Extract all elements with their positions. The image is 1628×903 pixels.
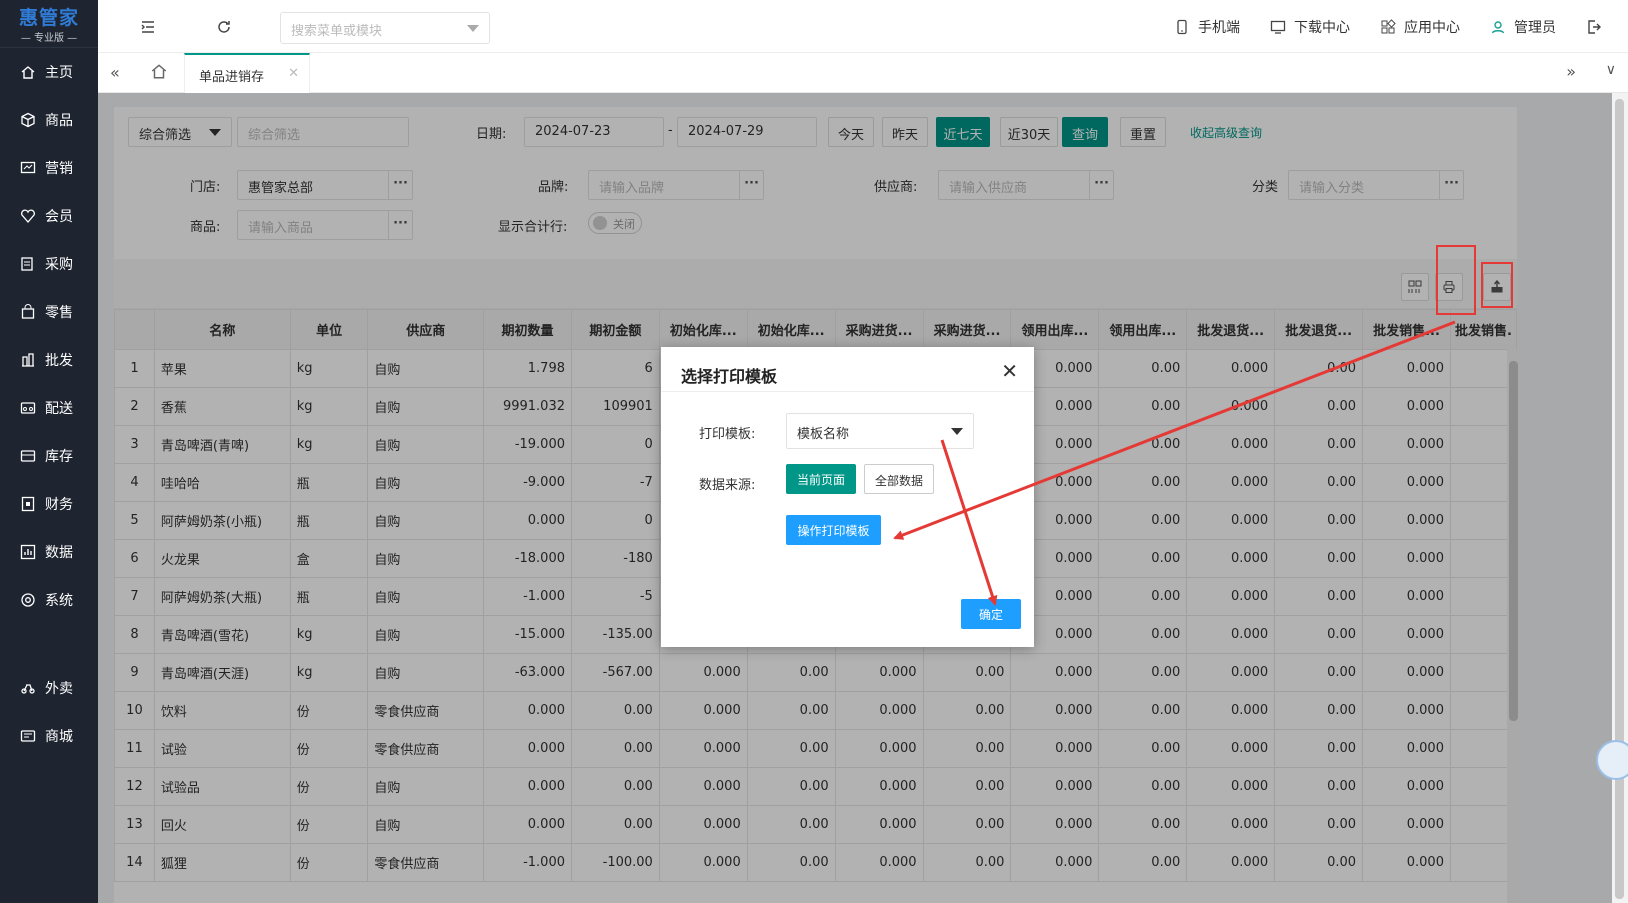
retail-icon — [20, 304, 36, 320]
data-source-label: 数据来源: — [699, 478, 756, 493]
sidebar-item-4[interactable]: 会员 — [0, 192, 98, 240]
sidebar-item-label: 财务 — [45, 497, 73, 513]
sidebar-item-label: 会员 — [45, 209, 73, 225]
purchase-icon — [20, 256, 36, 272]
marketing-icon — [20, 160, 36, 176]
menu-toggle-icon[interactable] — [138, 17, 158, 37]
brand-edition: — 专业版 — — [20, 33, 78, 44]
sidebar-item-14[interactable]: 商城 — [0, 712, 98, 760]
chevron-down-icon — [467, 25, 479, 32]
sidebar-item-8[interactable]: 配送 — [0, 384, 98, 432]
sidebar-item-label: 库存 — [45, 449, 73, 465]
brand-name: 惠管家 — [18, 7, 79, 29]
box-icon — [20, 112, 36, 128]
apps-grid-icon — [1381, 18, 1396, 33]
sidebar-nav: 主页商品营销会员采购零售批发配送库存财务数据系统外卖商城 — [0, 48, 98, 760]
sidebar-item-12[interactable]: 系统 — [0, 576, 98, 624]
mobile-link[interactable]: 手机端 — [1174, 17, 1240, 37]
print-template-dialog: 选择打印模板 ✕ 打印模板: 模板名称 数据来源: 当前页面 全部数据 操作打印… — [661, 347, 1034, 647]
user-icon — [1491, 20, 1505, 33]
sidebar-item-label: 主页 — [45, 65, 73, 81]
dialog-title: 选择打印模板 — [681, 367, 778, 386]
floating-assistant-icon[interactable] — [1596, 740, 1628, 780]
close-tab-icon[interactable]: ✕ — [288, 66, 299, 81]
sidebar-item-5[interactable]: 采购 — [0, 240, 98, 288]
print-highlight-box — [1436, 245, 1476, 315]
logout-icon[interactable] — [1586, 19, 1610, 35]
top-right-menu: 手机端 下载中心 应用中心 管理员 — [1144, 0, 1610, 53]
delivery-icon — [20, 400, 36, 416]
wholesale-icon — [20, 352, 36, 368]
sidebar-item-2[interactable]: 商品 — [0, 96, 98, 144]
tab-single-product-inventory[interactable]: 单品进销存 ✕ — [184, 53, 310, 93]
sidebar-item-label: 配送 — [45, 401, 73, 417]
operate-print-template-button[interactable]: 操作打印模板 — [786, 515, 881, 545]
sidebar-item-label: 数据 — [45, 545, 73, 561]
download-center-link[interactable]: 下载中心 — [1270, 17, 1350, 37]
sidebar-item-6[interactable]: 零售 — [0, 288, 98, 336]
sidebar-spacer — [0, 624, 98, 664]
sidebar-item-label: 系统 — [45, 593, 73, 609]
sidebar-item-11[interactable]: 数据 — [0, 528, 98, 576]
system-icon — [20, 592, 36, 608]
template-label: 打印模板: — [699, 427, 756, 442]
tab-scroll-left-icon[interactable]: « — [110, 63, 120, 82]
sidebar-item-label: 商城 — [45, 729, 73, 745]
tab-options-chevron-icon[interactable]: ∨ — [1606, 62, 1616, 78]
inventory-icon — [20, 448, 36, 464]
sidebar-item-9[interactable]: 库存 — [0, 432, 98, 480]
sidebar-item-label: 零售 — [45, 305, 73, 321]
home-icon — [20, 64, 36, 80]
chevron-down-icon — [951, 428, 963, 435]
all-data-button[interactable]: 全部数据 — [864, 464, 934, 494]
home-tab-icon[interactable] — [150, 62, 168, 84]
close-icon[interactable]: ✕ — [1001, 359, 1018, 383]
tab-bar: « 单品进销存 ✕ » ∨ — [98, 53, 1628, 93]
page-scrollbar[interactable] — [1612, 93, 1628, 903]
confirm-button[interactable]: 确定 — [961, 599, 1021, 629]
tab-scroll-right-icon[interactable]: » — [1566, 62, 1576, 81]
sidebar-item-7[interactable]: 批发 — [0, 336, 98, 384]
menu-search-input[interactable]: 搜索菜单或模块 — [280, 12, 490, 44]
top-bar: 搜索菜单或模块 手机端 下载中心 应用中心 管理员 — [98, 0, 1628, 53]
mobile-icon — [1177, 19, 1187, 34]
sidebar-item-label: 批发 — [45, 353, 73, 369]
sidebar-item-1[interactable]: 主页 — [0, 48, 98, 96]
sidebar: 惠管家 — 专业版 — 主页商品营销会员采购零售批发配送库存财务数据系统外卖商城 — [0, 0, 98, 903]
sidebar-item-label: 采购 — [45, 257, 73, 273]
current-page-button[interactable]: 当前页面 — [786, 464, 856, 494]
dialog-divider — [661, 391, 1034, 392]
sidebar-item-3[interactable]: 营销 — [0, 144, 98, 192]
app-center-link[interactable]: 应用中心 — [1380, 17, 1460, 37]
sidebar-item-13[interactable]: 外卖 — [0, 664, 98, 712]
user-menu[interactable]: 管理员 — [1490, 17, 1556, 37]
download-icon — [1270, 20, 1286, 34]
mall-icon — [20, 728, 36, 744]
takeout-icon — [20, 680, 36, 696]
sidebar-item-label: 商品 — [45, 113, 73, 129]
data-icon — [20, 544, 36, 560]
sidebar-item-10[interactable]: 财务 — [0, 480, 98, 528]
template-select[interactable]: 模板名称 — [786, 413, 974, 449]
brand-logo[interactable]: 惠管家 — 专业版 — — [0, 0, 98, 48]
refresh-icon[interactable] — [214, 17, 234, 37]
finance-icon — [20, 496, 36, 512]
sidebar-item-label: 营销 — [45, 161, 73, 177]
member-icon — [20, 208, 36, 224]
export-highlight-box — [1481, 262, 1513, 308]
sidebar-item-label: 外卖 — [45, 681, 73, 697]
